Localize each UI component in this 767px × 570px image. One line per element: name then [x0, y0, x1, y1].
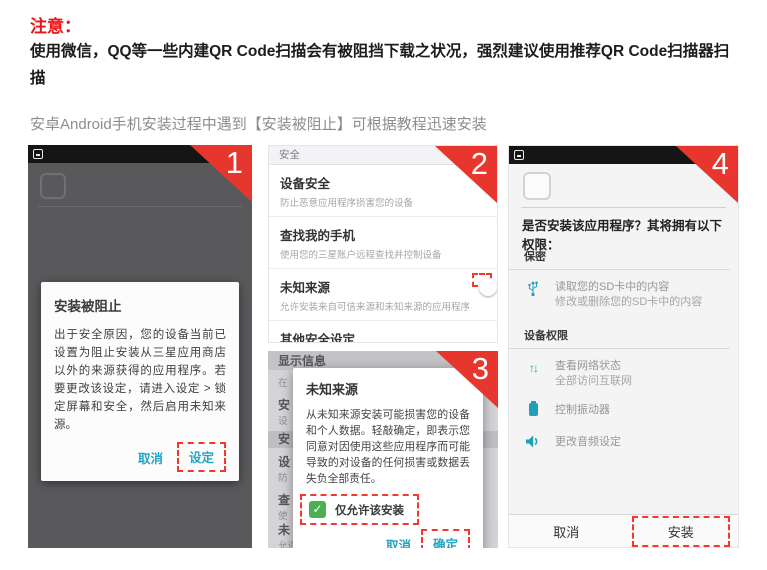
cancel-button[interactable]: 取消	[509, 522, 624, 541]
checkbox-label: 仅允许该安装	[335, 502, 404, 518]
install-button[interactable]: 安装	[668, 525, 694, 540]
vibration-icon	[524, 403, 542, 421]
screenshot-step-1: 1 4G 7 安装被阻止 出于安全原因，您的设备当前已设置为阻止安装从三星应用商…	[28, 145, 252, 548]
highlight-box	[472, 273, 492, 287]
memory-card-icon	[514, 150, 524, 160]
cancel-button[interactable]: 取消	[386, 535, 411, 549]
permission-row-audio: 更改音频设定	[509, 425, 738, 457]
dialog-body: 从未知来源安装可能损害您的设备和个人数据。轻敲确定，即表示您同意对因使用这些应用…	[306, 407, 470, 487]
screenshot-step-2: 安全 设备安全 防止恶意应用程序损害您的设备 查找我的手机 使用您的三星账户远程…	[268, 145, 498, 343]
dimmed-row-title: 显示信息	[268, 354, 326, 368]
setting-row-other-security[interactable]: 其他安全设定 更改安全更新和证书存储等其他安全设定	[269, 321, 497, 343]
screenshot-step-3: 显示信息 在 安 设 安 设 防 查 使 未 允许安装来自可信来源和未知来源的应…	[268, 351, 498, 548]
screenshot-step-4: 1 4G 7 是否安装该应用程序？其将拥有以下权限： 保密	[508, 145, 739, 548]
usb-icon	[524, 280, 542, 302]
instruction-subtitle: 安卓Android手机安装过程中遇到【安装被阻止】可根据教程迅速安装	[30, 113, 487, 134]
app-icon-placeholder	[40, 173, 66, 199]
memory-card-icon	[33, 149, 43, 159]
permission-row-vibration: 控制振动器	[509, 393, 738, 425]
permission-row-sd-card: 读取您的SD卡中的内容 修改或删除您的SD卡中的内容	[509, 270, 738, 314]
checkbox-checked-icon[interactable]	[309, 501, 326, 518]
dialog-button-bar: 取消 安装	[509, 514, 738, 547]
step-number: 2	[471, 146, 488, 182]
highlight-box: 安装	[632, 516, 730, 547]
tutorial-page: 注意： 使用微信，QQ等一些内建QR Code扫描会有被阻挡下载之状况，强烈建议…	[0, 0, 767, 570]
divider	[38, 206, 242, 207]
divider	[521, 207, 726, 208]
highlight-box: 设定	[177, 442, 226, 472]
cancel-button[interactable]: 取消	[138, 448, 163, 467]
setting-row-find-my-phone[interactable]: 查找我的手机 使用您的三星账户远程查找并控制设备	[269, 217, 497, 269]
permission-group-device: 设备权限	[509, 321, 730, 349]
step-number: 4	[712, 146, 729, 182]
settings-button[interactable]: 设定	[189, 451, 214, 465]
dimmed-section-header: 安	[268, 432, 290, 446]
step-number: 1	[226, 145, 243, 181]
permission-row-network: ↑↓ 查看网络状态 全部访问互联网	[509, 349, 738, 393]
confirm-button[interactable]: 确定	[433, 538, 458, 548]
notice-title: 注意：	[30, 12, 81, 37]
permission-group-privacy: 保密	[509, 242, 730, 270]
setting-row-unknown-sources[interactable]: 未知来源 允许安装来自可信来源和未知来源的应用程序	[269, 269, 497, 321]
highlight-box: 确定	[421, 529, 470, 548]
install-blocked-dialog: 安装被阻止 出于安全原因，您的设备当前已设置为阻止安装从三星应用商店以外的来源获…	[41, 282, 239, 481]
step-number: 3	[472, 351, 489, 387]
dialog-body: 出于安全原因，您的设备当前已设置为阻止安装从三星应用商店以外的来源获得的应用程序…	[54, 326, 226, 434]
highlight-box: 仅允许该安装	[300, 494, 419, 525]
speaker-icon	[524, 435, 542, 453]
dialog-title: 安装被阻止	[54, 295, 226, 315]
app-icon-placeholder	[523, 172, 551, 200]
notice-body: 使用微信，QQ等一些内建QR Code扫描会有被阻挡下载之状况，强烈建议使用推荐…	[30, 38, 744, 92]
network-arrows-icon: ↑↓	[524, 359, 542, 377]
